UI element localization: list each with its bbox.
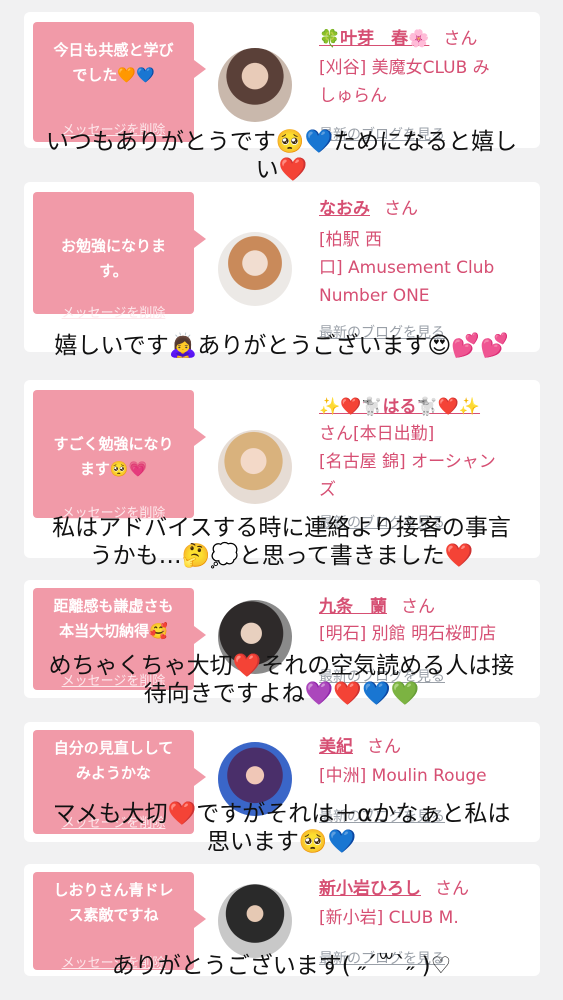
message-text: しおりさん青ドレ ス素敵ですね	[53, 881, 174, 924]
delete-message-link[interactable]: メッセージを削除	[33, 302, 194, 321]
honorific: さん	[367, 737, 401, 757]
shop-name: [新小岩] CLUB M.	[319, 908, 459, 928]
shop-name: さん[本日出勤] [名古屋 錦] オーシャン ズ	[319, 424, 496, 500]
message-text: 自分の見直しして みようかな	[53, 739, 174, 782]
avatar[interactable]	[218, 430, 292, 504]
honorific: さん	[435, 879, 469, 899]
honorific: さん	[384, 199, 418, 219]
message-text: お勉強になりま す。	[60, 237, 166, 280]
shop-name: [刈谷] 美魔女CLUB み しゅらん	[319, 58, 490, 106]
message-card: お勉強になりま す。 メッセージを削除 なおみ さん [柏駅 西 口] Amuse…	[24, 182, 540, 352]
overlay-caption: マメも大切❤️ですがそれは＋αかなぁと私は 思います🥺💙	[52, 801, 511, 855]
message-text: 今日も共感と学び でした🧡💙	[53, 41, 174, 84]
message-bubble: お勉強になりま す。 メッセージを削除	[33, 192, 206, 321]
avatar[interactable]	[218, 884, 292, 958]
overlay-caption: いつもありがとうです🥺💙ためになると嬉し い❤️	[45, 129, 518, 183]
shop-name: [中洲] Moulin Rouge	[319, 766, 487, 786]
overlay-caption: めちゃくちゃ大切❤️それの空気読める人は接 待向きですよね💜❤️💙💚	[48, 653, 515, 707]
shop-name: [明石] 別館 明石桜町店	[319, 624, 497, 644]
message-text: 距離感も謙虚さも 本当大切納得🥰	[53, 597, 174, 640]
user-name-link[interactable]: 新小岩ひろし	[319, 879, 421, 899]
overlay-caption: ありがとうございます( ˶´꒳`˶ )♡	[111, 953, 452, 979]
overlay-caption: 私はアドバイスする時に連絡より接客の事言 うかも…🤔💭と思って書きました❤️	[52, 515, 511, 569]
overlay-caption: 嬉しいです🙇‍♀️ありがとうございます😍💕💕	[54, 333, 509, 359]
avatar[interactable]	[218, 232, 292, 306]
shop-name: [柏駅 西 口] Amusement Club Number ONE	[319, 230, 495, 306]
message-text: すごく勉強になり ます🥺💗	[53, 435, 174, 478]
avatar[interactable]	[218, 48, 292, 122]
user-name-link[interactable]: 美紀	[319, 737, 353, 757]
honorific: さん	[443, 29, 478, 49]
user-name-link[interactable]: なおみ	[319, 199, 370, 219]
honorific: さん	[401, 597, 435, 617]
user-name-link[interactable]: ✨❤️🐩はる🐩❤️✨	[319, 397, 480, 417]
message-bubble: すごく勉強になり ます🥺💗 メッセージを削除	[33, 390, 206, 521]
user-name-link[interactable]: 九条 蘭	[319, 597, 387, 617]
user-name-link[interactable]: 🍀叶芽 春🌸	[319, 29, 429, 49]
message-bubble: 今日も共感と学び でした🧡💙 メッセージを削除	[33, 22, 206, 142]
